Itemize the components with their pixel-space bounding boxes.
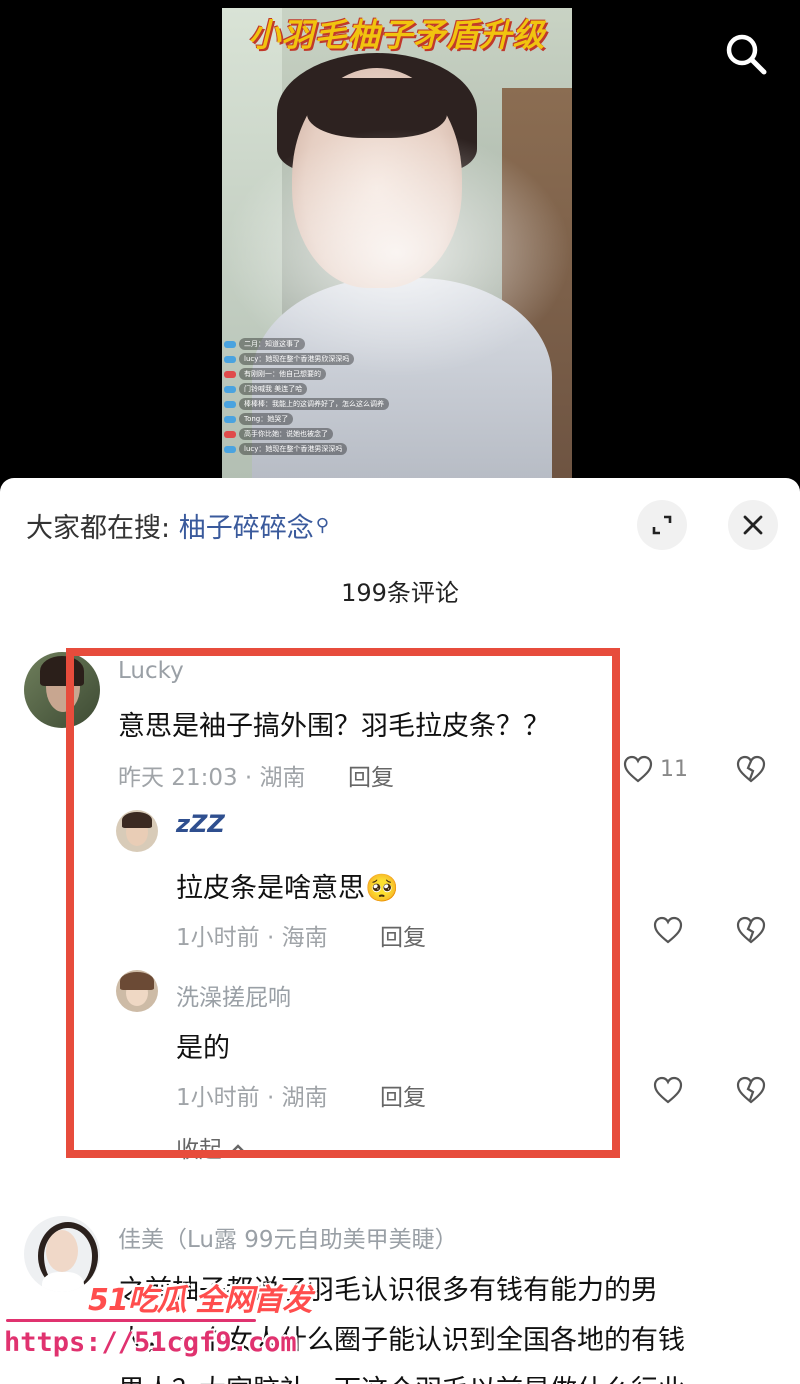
collapse-replies-button[interactable]: 收起 <box>176 1130 247 1164</box>
dislike-button[interactable] <box>735 1075 767 1105</box>
collapse-label: 收起 <box>176 1137 222 1163</box>
reply-button[interactable]: 回复 <box>380 1078 426 1112</box>
live-comment: 二月：知道这事了 <box>224 338 424 350</box>
watermark-line <box>6 1319 256 1322</box>
dislike-button[interactable] <box>735 915 767 945</box>
like-button[interactable] <box>652 1075 684 1105</box>
live-comment-list: 二月：知道这事了 lucy：她现在整个香港男欣深深吗 有刚刚一：他自己想要的 门… <box>224 338 424 458</box>
reply-username[interactable]: 洗澡搓屁响 <box>176 978 291 1012</box>
reply-meta: 1小时前 · 海南 <box>176 925 328 951</box>
avatar[interactable] <box>24 652 100 728</box>
dislike-button[interactable] <box>735 754 767 784</box>
avatar[interactable] <box>116 810 158 852</box>
video-title: 小羽毛柚子矛盾升级 <box>248 16 546 54</box>
watermark-brand: 51吃瓜 全网首发 <box>88 1283 312 1318</box>
expand-icon <box>652 515 672 535</box>
reply-username[interactable]: zZZ <box>176 810 225 838</box>
comment-sheet: 大家都在搜: 柚子碎碎念 ⚲ 199条评论 Lucky 意思是袖子搞外围？羽毛拉皮… <box>0 478 800 1384</box>
avatar[interactable] <box>116 970 158 1012</box>
video-area[interactable]: 小羽毛柚子矛盾升级 二月：知道这事了 lucy：她现在整个香港男欣深深吗 有刚刚… <box>0 0 800 478</box>
search-suggestion-keyword[interactable]: 柚子碎碎念 <box>179 513 314 544</box>
live-comment: Tong：她哭了 <box>224 413 424 425</box>
live-comment: lucy：她现在整个香港男深深吗 <box>224 443 424 455</box>
dislike-icon <box>736 755 766 783</box>
search-icon <box>726 34 767 75</box>
reply-text: 是的 <box>176 1033 230 1064</box>
comment-username[interactable]: Lucky <box>118 658 184 684</box>
dislike-icon <box>736 916 766 944</box>
close-button[interactable] <box>728 500 778 550</box>
close-icon <box>743 515 763 535</box>
like-button[interactable] <box>652 915 684 945</box>
live-comment: 棒棒棒：我能上的这调养好了，怎么这么调养 <box>224 398 424 410</box>
comment-meta: 昨天 21:03 · 湖南 <box>118 765 306 791</box>
comment-text: 意思是袖子搞外围？羽毛拉皮条？？ <box>118 711 550 742</box>
watermark: 51吃瓜 全网首发 https://51cgf9.com <box>0 1265 330 1375</box>
comment-username[interactable]: 佳美（Lu露 99元自助美甲美睫） <box>118 1220 458 1254</box>
like-icon <box>653 916 683 944</box>
reply-button[interactable]: 回复 <box>380 918 426 952</box>
live-comment: 门铃喊我 美连了哈 <box>224 383 424 395</box>
dislike-icon <box>736 1076 766 1104</box>
reply-button[interactable]: 回复 <box>348 758 394 792</box>
chevron-up-icon <box>230 1144 247 1154</box>
live-comment: lucy：她现在整个香港男欣深深吗 <box>224 353 424 365</box>
reply-meta: 1小时前 · 湖南 <box>176 1085 328 1111</box>
like-icon <box>623 755 653 783</box>
search-suggestion[interactable]: 大家都在搜: 柚子碎碎念 ⚲ <box>26 506 329 545</box>
like-button[interactable]: 11 <box>622 754 688 784</box>
live-comment: 有刚刚一：他自己想要的 <box>224 368 424 380</box>
video-frame[interactable]: 小羽毛柚子矛盾升级 二月：知道这事了 lucy：她现在整个香港男欣深深吗 有刚刚… <box>222 8 572 478</box>
search-button[interactable] <box>722 30 770 78</box>
comment-count: 199条评论 <box>341 579 459 607</box>
like-count: 11 <box>660 756 688 782</box>
search-suggestion-prefix: 大家都在搜: <box>26 513 171 544</box>
like-icon <box>653 1076 683 1104</box>
live-comment: 高手你比她：说她也被念了 <box>224 428 424 440</box>
reply-text: 拉皮条是啥意思🥺 <box>176 873 399 904</box>
search-small-icon: ⚲ <box>315 515 329 536</box>
expand-button[interactable] <box>637 500 687 550</box>
watermark-url: https://51cgf9.com <box>4 1327 297 1358</box>
